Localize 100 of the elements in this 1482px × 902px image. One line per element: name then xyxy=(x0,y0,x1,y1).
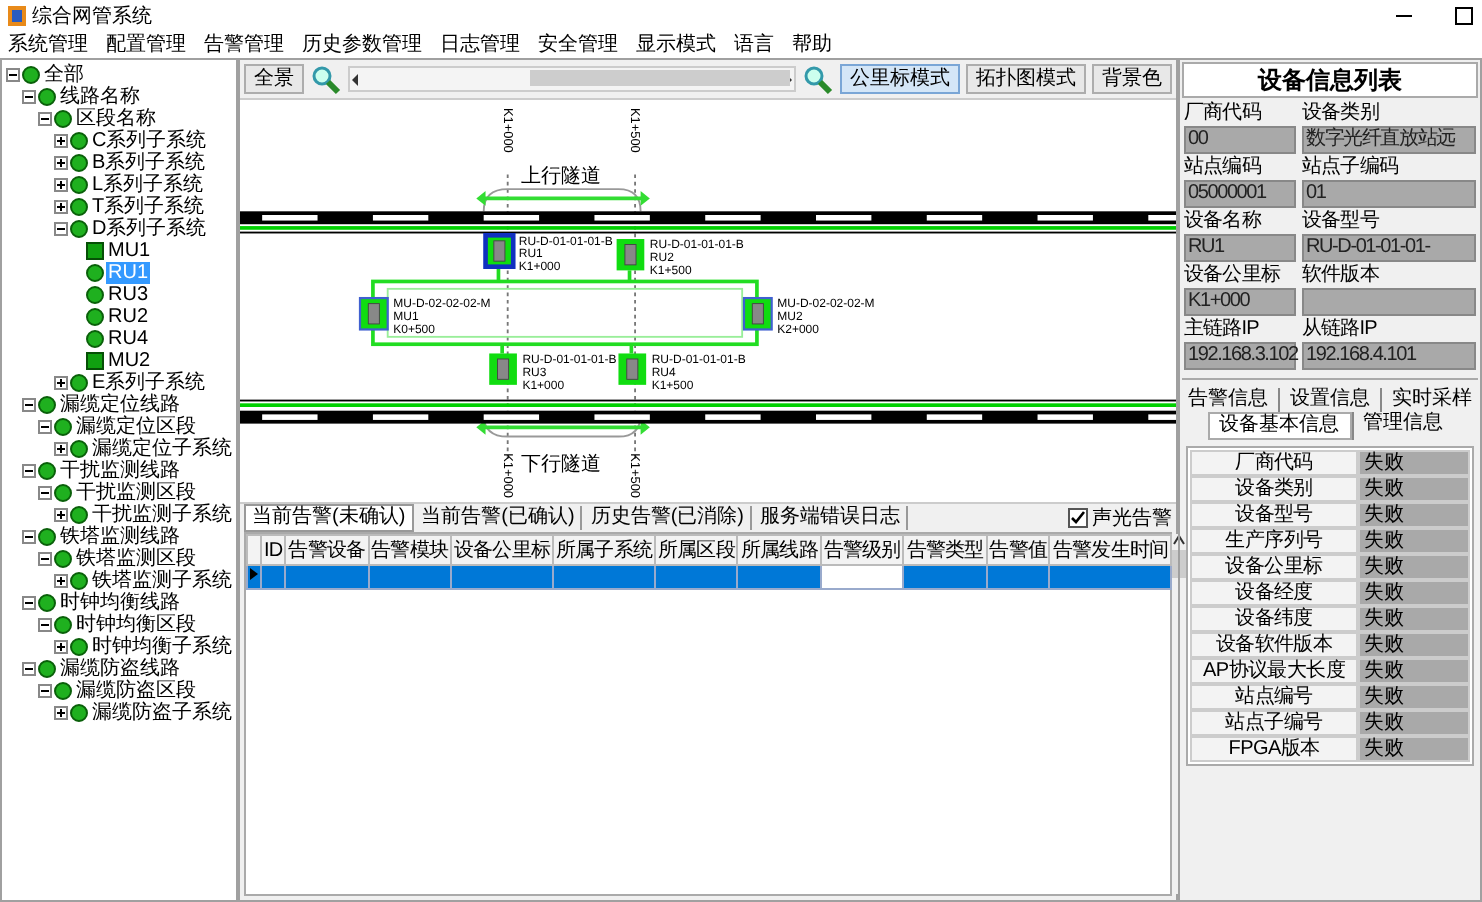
collapse-icon[interactable] xyxy=(22,90,36,104)
tree-item[interactable]: E系列子系统 xyxy=(90,372,208,394)
tree-item[interactable]: 线路名称 xyxy=(58,86,142,108)
menu-item[interactable]: 显示模式 xyxy=(636,30,716,58)
table-cell[interactable] xyxy=(451,565,554,589)
tree-item[interactable]: 漏缆防盗线路 xyxy=(58,658,182,680)
collapse-icon[interactable] xyxy=(38,618,52,632)
column-header[interactable]: ID xyxy=(261,535,286,565)
tree-item[interactable]: MU1 xyxy=(106,240,153,262)
column-header[interactable]: 告警设备 xyxy=(285,535,369,565)
menu-item[interactable]: 语言 xyxy=(734,30,774,58)
menu-item[interactable]: 日志管理 xyxy=(440,30,520,58)
panel-tab[interactable]: 管理信息 xyxy=(1351,412,1453,440)
tree-item[interactable]: 时钟均衡区段 xyxy=(74,614,198,636)
expand-icon[interactable] xyxy=(54,134,68,148)
expand-icon[interactable] xyxy=(54,376,68,390)
column-header[interactable]: 所属线路 xyxy=(737,535,821,565)
tree-item[interactable]: T系列子系统 xyxy=(90,196,207,218)
tree-item[interactable]: L系列子系统 xyxy=(90,174,206,196)
tree-item[interactable]: 铁塔监测子系统 xyxy=(90,570,234,592)
readonly-field[interactable]: 数字光纤直放站远 xyxy=(1302,126,1476,154)
device-icon[interactable] xyxy=(358,296,389,331)
readonly-field[interactable]: 192.168.4.101 xyxy=(1302,342,1476,370)
expand-icon[interactable] xyxy=(54,574,68,588)
panel-tab[interactable]: 设备基本信息 xyxy=(1207,412,1351,440)
collapse-icon[interactable] xyxy=(22,662,36,676)
column-header[interactable]: 告警模块 xyxy=(368,535,452,565)
tree-item[interactable]: 铁塔监测区段 xyxy=(74,548,198,570)
table-cell[interactable] xyxy=(553,565,656,589)
expand-icon[interactable] xyxy=(54,200,68,214)
zoom-icon[interactable] xyxy=(310,63,342,95)
table-cell[interactable] xyxy=(1049,565,1172,589)
collapse-icon[interactable] xyxy=(38,684,52,698)
panel-tab[interactable]: 告警信息 xyxy=(1178,388,1278,412)
readonly-field[interactable]: RU-D-01-01-01- xyxy=(1302,234,1476,262)
expand-icon[interactable] xyxy=(54,508,68,522)
readonly-field[interactable]: RU1 xyxy=(1184,234,1296,262)
expand-icon[interactable] xyxy=(54,442,68,456)
expand-icon[interactable] xyxy=(54,156,68,170)
menu-item[interactable]: 帮助 xyxy=(792,30,832,58)
collapse-icon[interactable] xyxy=(38,112,52,126)
readonly-field[interactable]: K1+000 xyxy=(1184,288,1296,316)
column-header[interactable]: 告警级别 xyxy=(820,535,904,565)
tree-item[interactable]: 漏缆定位区段 xyxy=(74,416,198,438)
collapse-icon[interactable] xyxy=(38,552,52,566)
readonly-field[interactable] xyxy=(1302,288,1476,316)
tree-item[interactable]: MU2 xyxy=(106,350,153,372)
column-header[interactable]: 告警值 xyxy=(986,535,1050,565)
alarm-tab[interactable]: 当前告警(已确认) xyxy=(415,506,583,530)
tree-item[interactable]: RU4 xyxy=(106,328,151,350)
tree-item[interactable]: 全部 xyxy=(42,64,86,86)
sound-alarm-checkbox[interactable] xyxy=(1068,508,1088,528)
menu-item[interactable]: 系统管理 xyxy=(8,30,88,58)
collapse-icon[interactable] xyxy=(22,530,36,544)
column-header[interactable]: 告警类型 xyxy=(903,535,987,565)
menu-item[interactable]: 告警管理 xyxy=(204,30,284,58)
device-icon[interactable] xyxy=(489,353,517,385)
readonly-field[interactable]: 01 xyxy=(1302,180,1476,208)
mode-button[interactable]: 公里标模式 xyxy=(840,64,960,94)
zoom-icon[interactable] xyxy=(802,63,834,95)
tree-item[interactable]: RU2 xyxy=(106,306,151,328)
row-header[interactable] xyxy=(247,565,261,589)
tree-item[interactable]: 干扰监测区段 xyxy=(74,482,198,504)
overview-button[interactable]: 全景 xyxy=(244,64,304,94)
collapse-icon[interactable] xyxy=(54,222,68,236)
expand-icon[interactable] xyxy=(54,640,68,654)
tree-item[interactable]: C系列子系统 xyxy=(90,130,209,152)
alarm-tab[interactable]: 历史告警(已消除) xyxy=(584,506,753,530)
tree-item[interactable]: 时钟均衡线路 xyxy=(58,592,182,614)
horizontal-scrollbar[interactable] xyxy=(348,66,796,92)
scroll-thumb[interactable] xyxy=(530,70,790,86)
collapse-icon[interactable] xyxy=(38,420,52,434)
device-icon[interactable] xyxy=(616,239,645,271)
tree-item[interactable]: 漏缆防盗区段 xyxy=(74,680,198,702)
tree-item[interactable]: 漏缆定位线路 xyxy=(58,394,182,416)
maximize-icon[interactable] xyxy=(1454,5,1474,25)
column-header[interactable]: 设备公里标 xyxy=(451,535,554,565)
collapse-icon[interactable] xyxy=(22,596,36,610)
menu-item[interactable]: 配置管理 xyxy=(106,30,186,58)
mode-button[interactable]: 拓扑图模式 xyxy=(966,64,1086,94)
tree-item[interactable]: 区段名称 xyxy=(74,108,158,130)
tree-item[interactable]: D系列子系统 xyxy=(90,218,209,240)
collapse-icon[interactable] xyxy=(6,68,20,82)
tree-item[interactable]: 铁塔监测线路 xyxy=(58,526,182,548)
collapse-icon[interactable] xyxy=(38,486,52,500)
alarm-tab[interactable]: 当前告警(未确认) xyxy=(244,504,414,532)
column-header[interactable]: 所属子系统 xyxy=(553,535,656,565)
readonly-field[interactable]: 00 xyxy=(1184,126,1296,154)
column-header[interactable]: 所属区段 xyxy=(655,535,738,565)
collapse-icon[interactable] xyxy=(22,464,36,478)
tree-item[interactable]: RU3 xyxy=(106,284,151,306)
readonly-field[interactable]: 192.168.3.102 xyxy=(1184,342,1296,370)
readonly-field[interactable]: 05000001 xyxy=(1184,180,1296,208)
device-icon[interactable] xyxy=(483,233,516,269)
device-icon[interactable] xyxy=(618,353,647,385)
tree-item[interactable]: 干扰监测子系统 xyxy=(90,504,234,526)
expand-icon[interactable] xyxy=(54,706,68,720)
tree-item[interactable]: 漏缆定位子系统 xyxy=(90,438,234,460)
tree-item[interactable]: 干扰监测线路 xyxy=(58,460,182,482)
scroll-up-icon[interactable] xyxy=(1172,534,1187,546)
